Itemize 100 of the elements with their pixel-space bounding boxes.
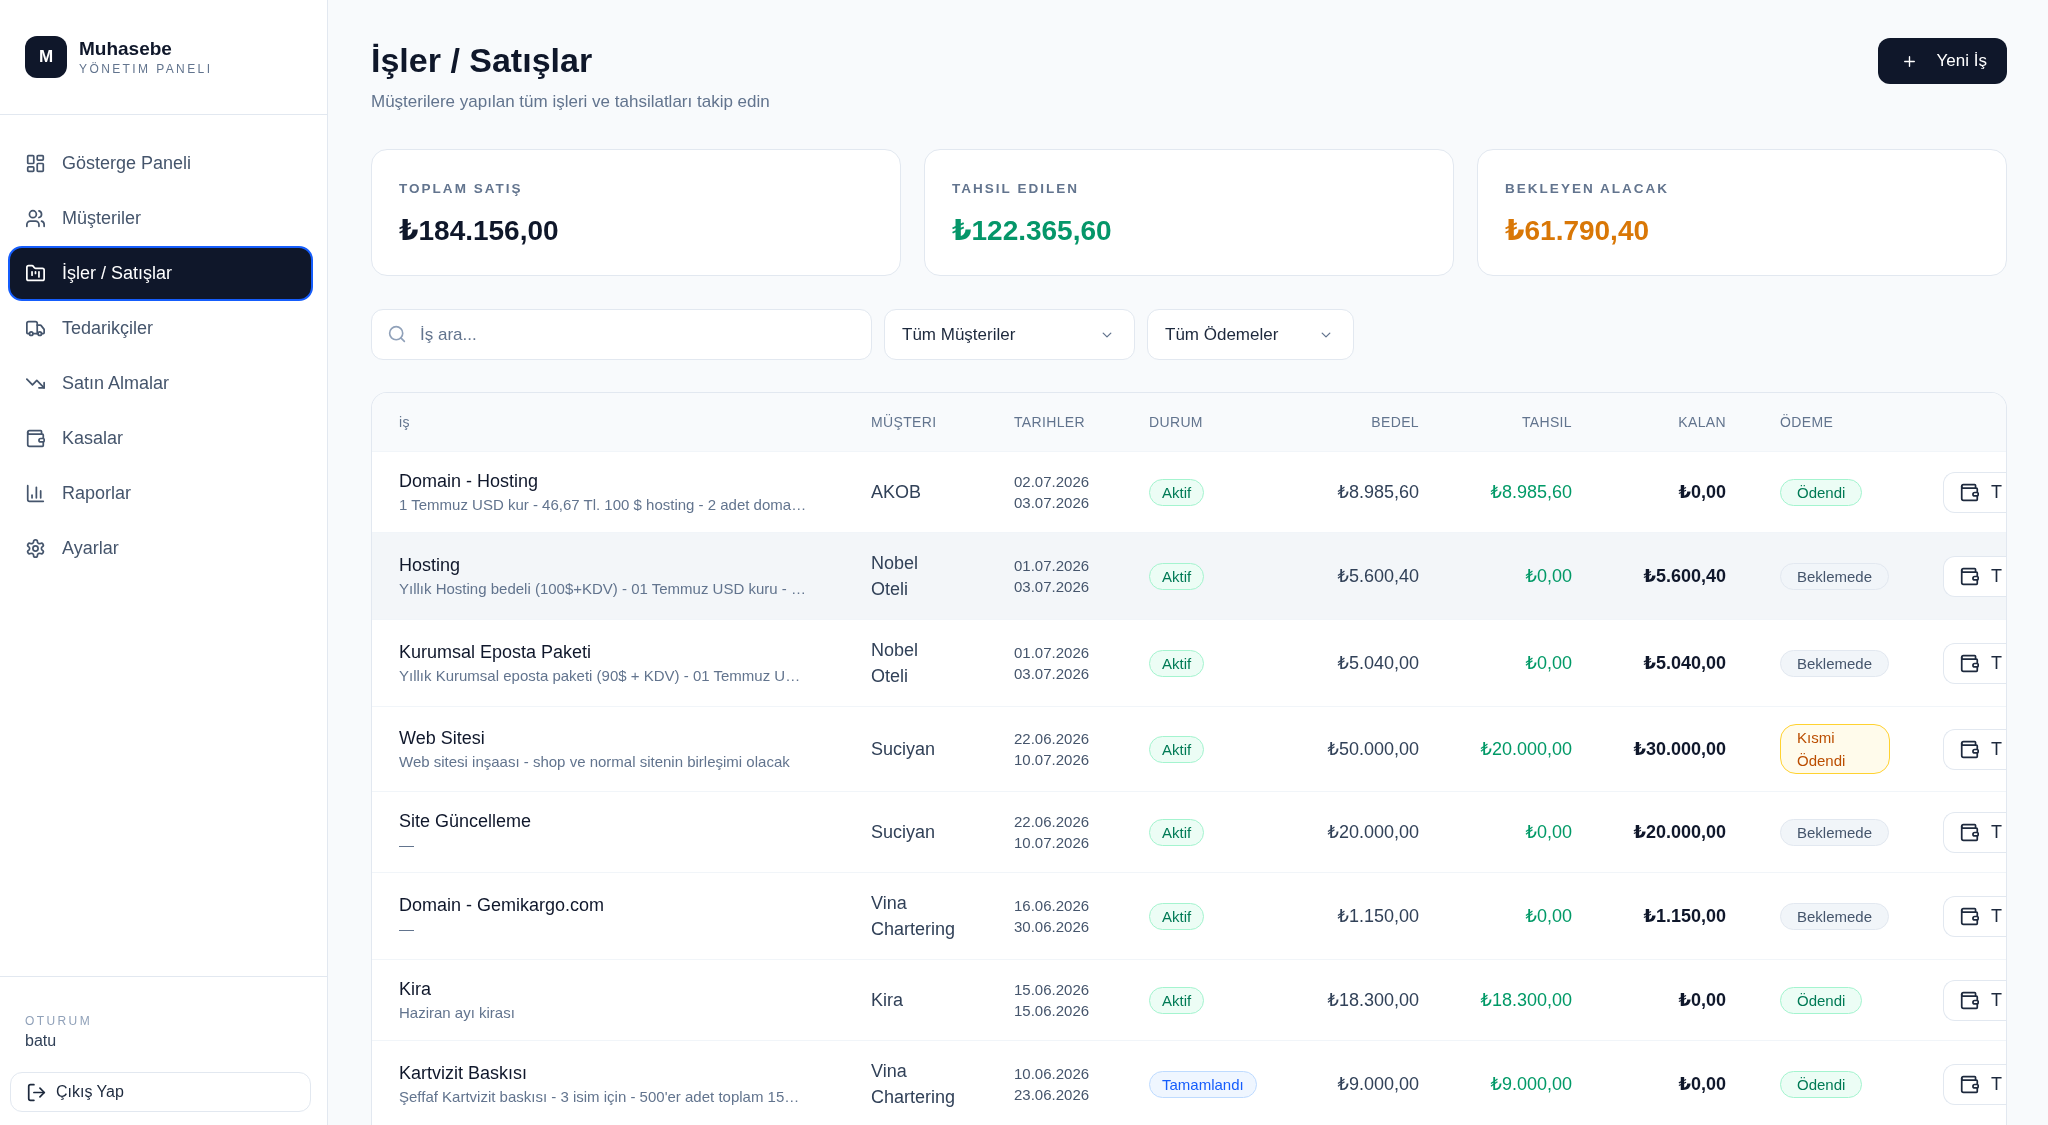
truck-icon (26, 319, 45, 338)
action-button[interactable]: T (1943, 811, 2006, 853)
action-button[interactable]: T (1943, 555, 2006, 597)
payment-badge: Beklemede (1780, 902, 1890, 930)
payment-badge: Ödendi (1780, 1070, 1863, 1098)
filter-dropdown[interactable]: Tüm Ödemeler (1147, 309, 1354, 360)
customer-name: AKOB (871, 481, 922, 504)
action-button[interactable]: T (1943, 642, 2006, 684)
job-title: Kurumsal Eposta Paketi (399, 641, 592, 664)
collected-amount: ₺8.985,60 (1490, 481, 1572, 504)
amount-text: ₺8.985,60 (1337, 481, 1419, 504)
wallet-icon (1960, 1074, 1979, 1094)
remaining-amount: ₺0,00 (1678, 481, 1726, 504)
wallet-icon (1960, 990, 1979, 1010)
customer-name: Suciyan (871, 738, 936, 761)
remaining-amount: ₺5.600,40 (1643, 565, 1726, 588)
search-field[interactable]: İş ara... (371, 309, 872, 360)
status-badge: Aktif (1149, 902, 1205, 930)
plus-icon (1901, 53, 1917, 69)
job-title: Kartvizit Baskısı (399, 1062, 528, 1085)
remaining-amount: ₺0,00 (1678, 989, 1726, 1012)
status-badge: Aktif (1149, 986, 1205, 1014)
stat-label: BEKLEYEN ALACAK (1505, 180, 1670, 198)
page-title: İşler / Satışlar (371, 40, 593, 80)
page-subtitle: Müşterilere yapılan tüm işleri ve tahsilatları takip edin (371, 91, 770, 113)
nav-item[interactable]: Ayarlar (8, 521, 313, 576)
amount-text: ₺20.000,00 (1327, 821, 1419, 844)
column-header: MÜŞTERI (871, 413, 937, 432)
nav-item[interactable]: İşler / Satışlar (8, 246, 313, 301)
status-badge: Aktif (1149, 562, 1205, 590)
date-text: 10.07.2026 (1014, 833, 1090, 853)
nav-item[interactable]: Kasalar (8, 411, 313, 466)
payment-badge: Beklemede (1780, 649, 1890, 677)
date-text: 10.06.2026 (1014, 1064, 1090, 1084)
logout-icon (27, 1082, 46, 1102)
date-text: 22.06.2026 (1014, 812, 1090, 832)
collected-amount: ₺9.000,00 (1490, 1073, 1572, 1096)
job-description: 1 Temmuz USD kur - 46,67 Tl. 100 $ hosting - 2 adet doma… (399, 495, 807, 515)
customer-name: Nobel Oteli (871, 639, 919, 688)
payment-badge: Ödendi (1780, 986, 1863, 1014)
column-header: TAHSIL (1521, 413, 1572, 432)
date-text: 10.07.2026 (1014, 750, 1090, 770)
logo-mark: M (25, 36, 67, 78)
date-text: 22.06.2026 (1014, 729, 1090, 749)
nav-item[interactable]: Raporlar (8, 466, 313, 521)
logout-button[interactable]: Çıkış Yap (10, 1072, 311, 1112)
wallet-icon (1960, 739, 1979, 759)
date-text: 01.07.2026 (1014, 556, 1090, 576)
wallet-icon (1960, 482, 1979, 502)
collected-amount: ₺0,00 (1525, 565, 1572, 588)
column-header: TARIHLER (1014, 413, 1085, 432)
amount-text: ₺1.150,00 (1337, 905, 1419, 928)
action-button[interactable]: T (1943, 728, 2006, 770)
job-title: Domain - Hosting (399, 470, 539, 493)
search-icon (388, 325, 406, 343)
action-button[interactable]: T (1943, 1063, 2006, 1105)
amount-text: ₺50.000,00 (1327, 738, 1419, 761)
nav-item[interactable]: Müşteriler (8, 191, 313, 246)
new-job-button[interactable]: Yeni İş (1877, 38, 2007, 84)
job-description: — (399, 835, 414, 855)
action-button[interactable]: T (1943, 471, 2006, 513)
amount-text: ₺18.300,00 (1327, 989, 1419, 1012)
status-badge: Aktif (1149, 478, 1205, 506)
remaining-amount: ₺5.040,00 (1643, 652, 1726, 675)
date-text: 15.06.2026 (1014, 1001, 1090, 1021)
payment-badge: Beklemede (1780, 818, 1890, 846)
date-text: 01.07.2026 (1014, 643, 1090, 663)
customer-name: Suciyan (871, 821, 936, 844)
job-title: Kira (399, 978, 431, 1001)
filter-dropdown[interactable]: Tüm Müşteriler (884, 309, 1135, 360)
customer-name: Vina Chartering (871, 1060, 956, 1109)
date-text: 23.06.2026 (1014, 1085, 1090, 1105)
customer-name: Vina Chartering (871, 892, 956, 941)
wallet-icon (1960, 566, 1979, 586)
amount-text: ₺5.040,00 (1337, 652, 1419, 675)
nav-item[interactable]: Gösterge Paneli (8, 136, 313, 191)
settings-icon (26, 539, 45, 558)
job-title: Hosting (399, 554, 461, 577)
session-label: OTURUM (25, 1013, 93, 1030)
column-header: iş (399, 413, 410, 432)
action-button[interactable]: T (1943, 979, 2006, 1021)
folder-icon (26, 264, 45, 283)
job-title: Web Sitesi (399, 727, 485, 750)
status-badge: Aktif (1149, 649, 1205, 677)
nav-item[interactable]: Tedarikçiler (8, 301, 313, 356)
job-title: Site Güncelleme (399, 810, 532, 833)
action-button[interactable]: T (1943, 895, 2006, 937)
column-header: BEDEL (1371, 413, 1419, 432)
collected-amount: ₺20.000,00 (1480, 738, 1572, 761)
date-text: 15.06.2026 (1014, 980, 1090, 1000)
wallet-icon (1960, 906, 1979, 926)
remaining-amount: ₺0,00 (1678, 1073, 1726, 1096)
collected-amount: ₺0,00 (1525, 821, 1572, 844)
payment-badge: Ödendi (1780, 478, 1863, 506)
column-header: ÖDEME (1780, 413, 1834, 432)
stat-label: TAHSIL EDILEN (952, 180, 1080, 198)
job-description: — (399, 919, 414, 939)
date-text: 03.07.2026 (1014, 664, 1090, 684)
stat-value: ₺184.156,00 (399, 214, 559, 248)
nav-item[interactable]: Satın Almalar (8, 356, 313, 411)
